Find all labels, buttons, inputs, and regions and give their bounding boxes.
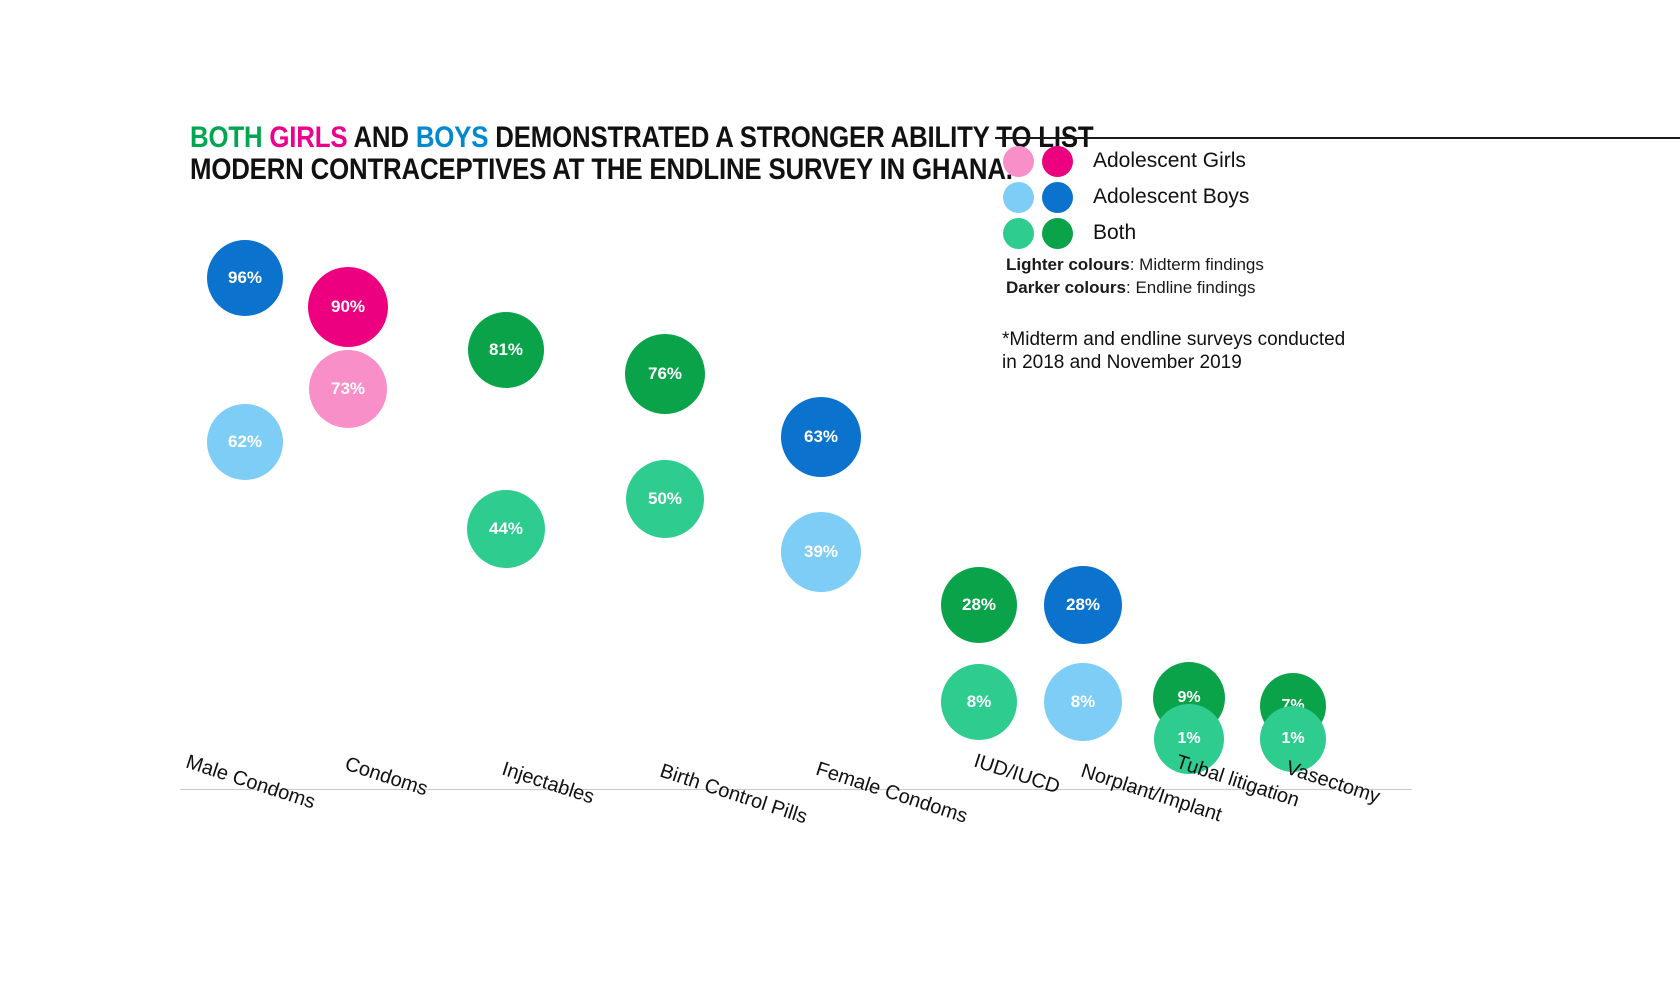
legend-swatch-boys-light bbox=[1003, 181, 1034, 213]
legend-note-dark-bold: Darker colours bbox=[1006, 278, 1126, 297]
legend-label-girls: Adolescent Girls bbox=[1093, 149, 1246, 172]
bubble-female-condoms-63: 63% bbox=[781, 397, 861, 477]
bubble-birth-control-pills-50: 50% bbox=[626, 460, 704, 538]
legend-label-both: Both bbox=[1093, 221, 1137, 244]
legend-swatch-boys-dark bbox=[1042, 181, 1073, 213]
footnote: *Midterm and endline surveys conducted i… bbox=[1002, 328, 1345, 374]
legend-swatch-both-light bbox=[1003, 217, 1034, 249]
bubble-condoms-90: 90% bbox=[308, 267, 388, 347]
chart-title-line-2: MODERN CONTRACEPTIVES AT THE ENDLINE SUR… bbox=[190, 153, 1013, 186]
legend-note-dark: Darker colours: Endline findings bbox=[1006, 276, 1264, 299]
x-axis-label-male-condoms: Male Condoms bbox=[183, 751, 318, 814]
bubble-injectables-44: 44% bbox=[467, 490, 545, 568]
title-word-girls: GIRLS bbox=[269, 121, 348, 154]
bubble-male-condoms-96: 96% bbox=[207, 240, 283, 316]
legend-note-light-rest: : Midterm findings bbox=[1129, 255, 1264, 274]
title-word-and: AND bbox=[353, 121, 409, 154]
x-axis-label-injectables: Injectables bbox=[499, 758, 597, 809]
legend-swatch-both-dark bbox=[1042, 217, 1073, 249]
bubble-female-condoms-39: 39% bbox=[781, 512, 861, 592]
legend-note: Lighter colours: Midterm findings Darker… bbox=[1006, 253, 1264, 299]
footnote-line-2: in 2018 and November 2019 bbox=[1002, 352, 1242, 373]
chart-title: BOTH GIRLS AND BOYS DEMONSTRATED A STRON… bbox=[190, 121, 1094, 186]
legend-divider bbox=[995, 137, 1680, 139]
bubble-birth-control-pills-76: 76% bbox=[625, 334, 705, 414]
bubble-condoms-73: 73% bbox=[309, 350, 387, 428]
bubble-norplant-implant-28: 28% bbox=[1044, 566, 1122, 644]
legend-swatch-girls-light bbox=[1003, 145, 1034, 177]
legend-note-light: Lighter colours: Midterm findings bbox=[1006, 253, 1264, 276]
infographic-canvas: BOTH GIRLS AND BOYS DEMONSTRATED A STRON… bbox=[0, 0, 1680, 981]
bubble-norplant-implant-8: 8% bbox=[1044, 663, 1122, 741]
title-word-both: BOTH bbox=[190, 121, 263, 154]
legend-row-girls: Adolescent Girls bbox=[1003, 143, 1249, 179]
bubble-iud-iucd-28: 28% bbox=[941, 567, 1017, 643]
bubble-injectables-81: 81% bbox=[468, 312, 544, 388]
legend-label-boys: Adolescent Boys bbox=[1093, 185, 1250, 208]
legend-row-boys: Adolescent Boys bbox=[1003, 179, 1249, 215]
legend-note-light-bold: Lighter colours bbox=[1006, 255, 1130, 274]
x-axis-label-iud-iucd: IUD/IUCD bbox=[971, 750, 1063, 799]
x-axis-label-condoms: Condoms bbox=[342, 753, 431, 801]
legend-note-dark-rest: : Endline findings bbox=[1126, 278, 1256, 297]
x-axis-label-birth-control-pills: Birth Control Pills bbox=[657, 760, 810, 829]
chart-title-line-1: BOTH GIRLS AND BOYS DEMONSTRATED A STRON… bbox=[190, 121, 1094, 154]
title-word-boys: BOYS bbox=[415, 121, 489, 154]
x-axis-label-female-condoms: Female Condoms bbox=[813, 758, 971, 828]
bubble-iud-iucd-8: 8% bbox=[941, 664, 1017, 740]
legend-swatch-girls-dark bbox=[1042, 145, 1073, 177]
legend: Adolescent Girls Adolescent Boys Both bbox=[1003, 143, 1249, 251]
legend-row-both: Both bbox=[1003, 215, 1249, 251]
bubble-male-condoms-62: 62% bbox=[207, 404, 283, 480]
footnote-line-1: *Midterm and endline surveys conducted bbox=[1002, 329, 1346, 350]
